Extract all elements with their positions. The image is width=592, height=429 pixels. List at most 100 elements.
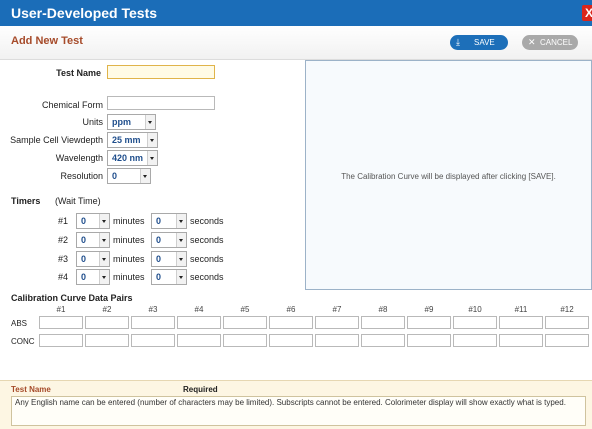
resolution-label: Resolution [60, 171, 103, 181]
conc-cell-2[interactable] [85, 334, 129, 347]
abs-cell-8[interactable] [361, 316, 405, 329]
abs-row-label: ABS [11, 319, 28, 328]
timer-3-seconds-value: 0 [156, 254, 162, 264]
minutes-label: minutes [113, 272, 145, 282]
viewdepth-value: 25 mm [112, 135, 141, 145]
timer-4-seconds-select[interactable]: 0 [151, 269, 187, 285]
column-header: #9 [424, 305, 434, 314]
units-select[interactable]: ppm [107, 114, 156, 130]
conc-cell-8[interactable] [361, 334, 405, 347]
chevron-down-icon [99, 252, 109, 266]
abs-cell-1[interactable] [39, 316, 83, 329]
help-text: Any English name can be entered (number … [11, 396, 586, 426]
timer-1-minutes-select[interactable]: 0 [76, 213, 110, 229]
preview-message: The Calibration Curve will be displayed … [341, 172, 556, 181]
calibration-curve-preview: The Calibration Curve will be displayed … [305, 60, 592, 290]
column-header: #5 [240, 305, 250, 314]
minutes-label: minutes [113, 216, 145, 226]
abs-cell-11[interactable] [499, 316, 543, 329]
conc-cell-11[interactable] [499, 334, 543, 347]
conc-cell-10[interactable] [453, 334, 497, 347]
units-label: Units [82, 117, 103, 127]
timer-4-seconds-value: 0 [156, 272, 162, 282]
column-header: #12 [560, 305, 574, 314]
test-name-input[interactable] [107, 65, 215, 79]
chevron-down-icon [147, 133, 157, 147]
cancel-button-label: CANCEL [540, 38, 573, 47]
abs-cell-6[interactable] [269, 316, 313, 329]
abs-cell-9[interactable] [407, 316, 451, 329]
column-header: #8 [378, 305, 388, 314]
chevron-down-icon [147, 151, 157, 165]
viewdepth-select[interactable]: 25 mm [107, 132, 158, 148]
seconds-label: seconds [190, 216, 224, 226]
conc-cell-4[interactable] [177, 334, 221, 347]
column-header: #10 [468, 305, 482, 314]
help-panel: Test Name Required Any English name can … [0, 380, 592, 429]
timer-3-minutes-value: 0 [81, 254, 87, 264]
resolution-value: 0 [112, 171, 118, 181]
abs-cell-4[interactable] [177, 316, 221, 329]
abs-cell-12[interactable] [545, 316, 589, 329]
cancel-button[interactable]: ✕ CANCEL [522, 35, 578, 50]
chevron-down-icon [145, 115, 155, 129]
x-icon: ✕ [528, 37, 536, 47]
chevron-down-icon [99, 214, 109, 228]
timer-row-4-label: #4 [58, 272, 69, 282]
column-header: #6 [286, 305, 296, 314]
seconds-label: seconds [190, 254, 224, 264]
timer-2-minutes-select[interactable]: 0 [76, 232, 110, 248]
conc-cell-7[interactable] [315, 334, 359, 347]
conc-row-label: CONC [11, 337, 35, 346]
page-subtitle: Add New Test [11, 35, 83, 47]
abs-cell-3[interactable] [131, 316, 175, 329]
viewdepth-label: Sample Cell Viewdepth [10, 135, 103, 145]
abs-cell-10[interactable] [453, 316, 497, 329]
calibration-title: Calibration Curve Data Pairs [11, 293, 133, 303]
column-header: #3 [148, 305, 158, 314]
timer-4-minutes-select[interactable]: 0 [76, 269, 110, 285]
header-bar: Add New Test ⤓ SAVE ✕ CANCEL [0, 26, 592, 60]
conc-cell-12[interactable] [545, 334, 589, 347]
wavelength-label: Wavelength [55, 153, 103, 163]
chemical-form-label: Chemical Form [41, 100, 103, 110]
chemical-form-input[interactable] [107, 96, 215, 110]
column-header: #1 [56, 305, 66, 314]
timer-3-seconds-select[interactable]: 0 [151, 251, 187, 267]
conc-cell-9[interactable] [407, 334, 451, 347]
resolution-select[interactable]: 0 [107, 168, 151, 184]
wavelength-value: 420 nm [112, 153, 144, 163]
chevron-down-icon [176, 233, 186, 247]
conc-cell-1[interactable] [39, 334, 83, 347]
conc-cell-5[interactable] [223, 334, 267, 347]
timer-3-minutes-select[interactable]: 0 [76, 251, 110, 267]
timers-label: Timers [11, 196, 41, 206]
help-field-name: Test Name [11, 385, 51, 394]
column-header: #2 [102, 305, 112, 314]
timer-row-1-label: #1 [58, 216, 69, 226]
download-icon: ⤓ [456, 37, 460, 47]
save-button[interactable]: ⤓ SAVE [450, 35, 508, 50]
minutes-label: minutes [113, 235, 145, 245]
chevron-down-icon [99, 270, 109, 284]
column-header: #4 [194, 305, 204, 314]
close-icon[interactable]: X [582, 5, 592, 21]
abs-cell-2[interactable] [85, 316, 129, 329]
chevron-down-icon [176, 214, 186, 228]
abs-cell-5[interactable] [223, 316, 267, 329]
timer-2-seconds-select[interactable]: 0 [151, 232, 187, 248]
timer-1-seconds-value: 0 [156, 216, 162, 226]
save-button-label: SAVE [474, 38, 495, 47]
conc-cell-6[interactable] [269, 334, 313, 347]
minutes-label: minutes [113, 254, 145, 264]
seconds-label: seconds [190, 272, 224, 282]
chevron-down-icon [176, 270, 186, 284]
conc-cell-3[interactable] [131, 334, 175, 347]
timer-1-minutes-value: 0 [81, 216, 87, 226]
chevron-down-icon [99, 233, 109, 247]
timer-2-minutes-value: 0 [81, 235, 87, 245]
wavelength-select[interactable]: 420 nm [107, 150, 158, 166]
timer-1-seconds-select[interactable]: 0 [151, 213, 187, 229]
abs-cell-7[interactable] [315, 316, 359, 329]
chevron-down-icon [140, 169, 150, 183]
